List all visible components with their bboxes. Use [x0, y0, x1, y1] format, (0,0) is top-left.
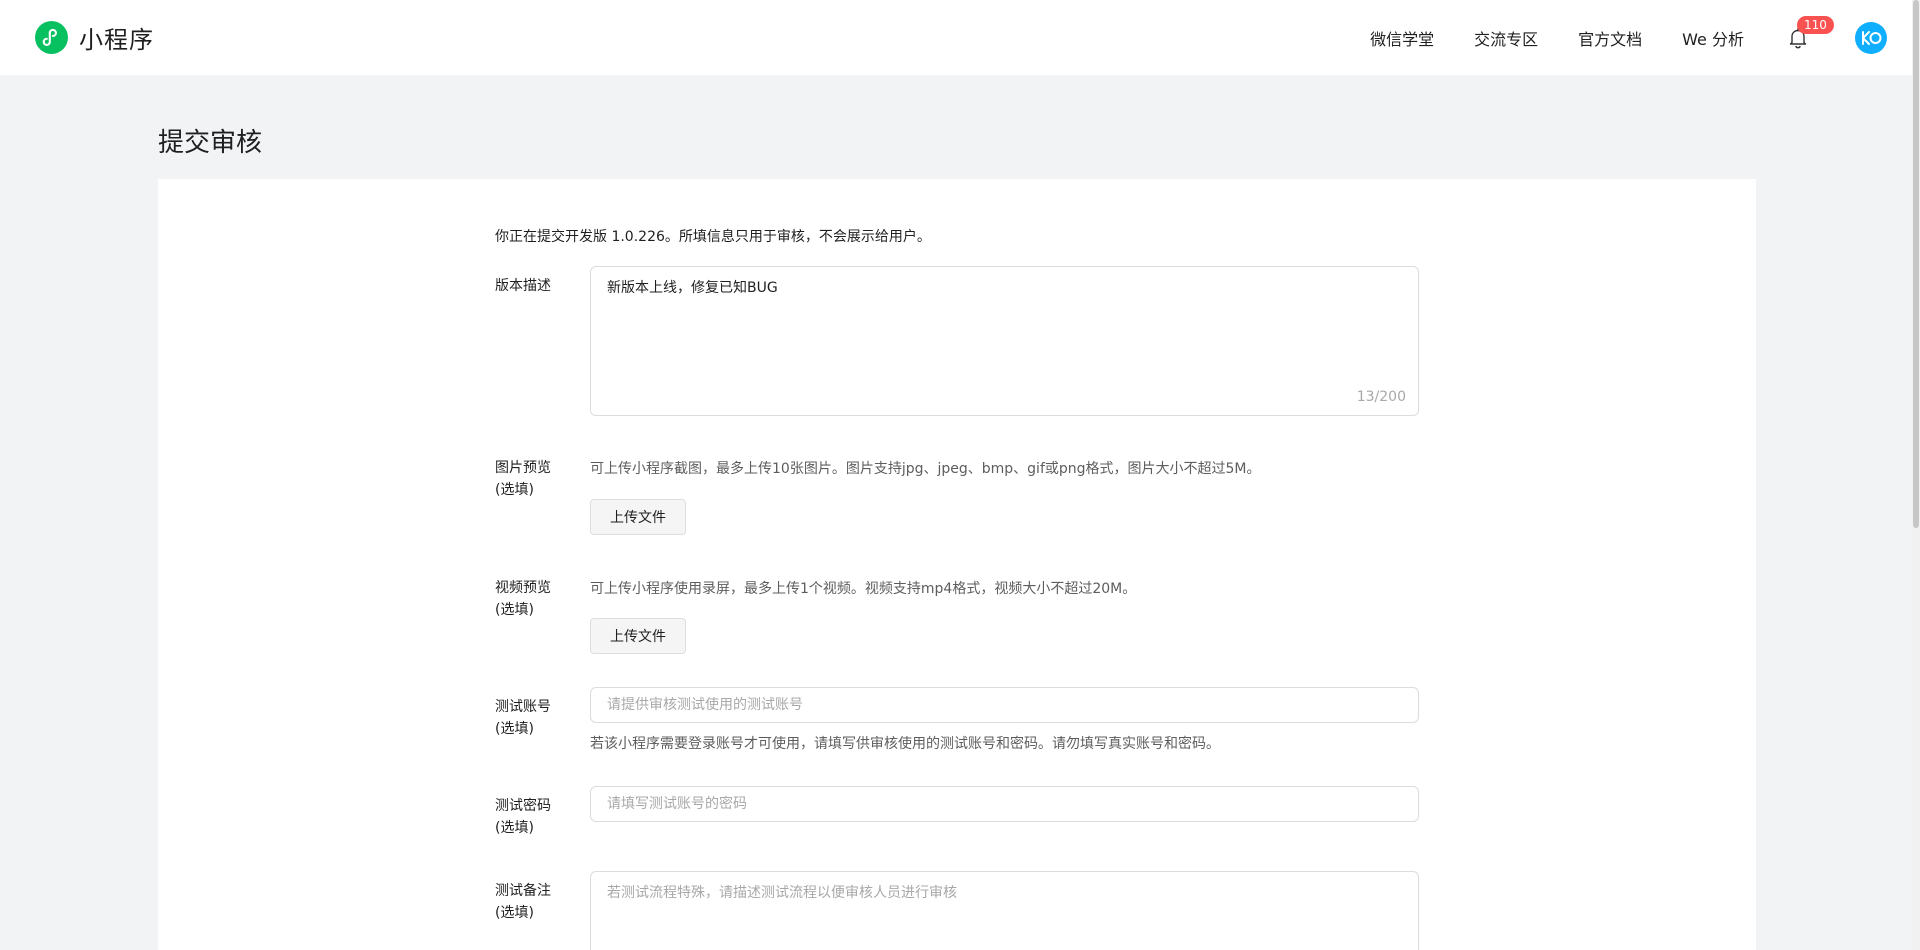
- version-desc-label-text: 版本描述: [495, 278, 551, 294]
- test-note-optional: (选填): [495, 905, 534, 921]
- video-preview-label-text: 视频预览: [495, 580, 551, 596]
- test-note-label: 测试备注 (选填): [495, 880, 551, 924]
- test-password-label: 测试密码 (选填): [495, 795, 551, 839]
- notification-badge: 110: [1797, 15, 1834, 34]
- logo-text: 小程序: [79, 26, 154, 54]
- logo[interactable]: 小程序: [35, 20, 154, 55]
- test-account-label-text: 测试账号: [495, 699, 551, 715]
- test-password-label-text: 测试密码: [495, 798, 551, 814]
- nav-item-wechat-academy[interactable]: 微信学堂: [1370, 26, 1434, 50]
- test-account-input[interactable]: [590, 687, 1419, 723]
- version-desc-textarea[interactable]: 新版本上线，修复已知BUG 13/200: [590, 266, 1419, 416]
- top-navigation-bar: 小程序 微信学堂 交流专区 官方文档 We 分析 110: [0, 0, 1920, 75]
- test-account-optional: (选填): [495, 721, 534, 737]
- video-preview-hint: 可上传小程序使用录屏，最多上传1个视频。视频支持mp4格式，视频大小不超过20M…: [590, 581, 1137, 597]
- test-account-label: 测试账号 (选填): [495, 696, 551, 740]
- version-desc-label: 版本描述: [495, 275, 551, 297]
- test-password-input[interactable]: [590, 786, 1419, 822]
- miniprogram-logo-icon: [35, 21, 68, 54]
- image-upload-button[interactable]: 上传文件: [590, 499, 686, 535]
- page-scrollbar-thumb[interactable]: [1913, 0, 1919, 528]
- test-note-textarea[interactable]: 若测试流程特殊，请描述测试流程以便审核人员进行审核: [590, 871, 1419, 950]
- top-nav: 微信学堂 交流专区 官方文档 We 分析 110: [1370, 0, 1920, 75]
- image-preview-optional: (选填): [495, 482, 534, 498]
- image-preview-label: 图片预览 (选填): [495, 457, 551, 501]
- page-scrollbar[interactable]: [1912, 0, 1920, 950]
- version-desc-counter: 13/200: [1356, 389, 1406, 405]
- test-account-hint: 若该小程序需要登录账号才可使用，请填写供审核使用的测试账号和密码。请勿填写真实账…: [590, 736, 1220, 752]
- test-note-placeholder: 若测试流程特殊，请描述测试流程以便审核人员进行审核: [607, 885, 957, 901]
- image-preview-hint: 可上传小程序截图，最多上传10张图片。图片支持jpg、jpeg、bmp、gif或…: [590, 461, 1261, 477]
- nav-item-community[interactable]: 交流专区: [1474, 26, 1538, 50]
- notification-button[interactable]: 110: [1786, 15, 1834, 50]
- video-preview-optional: (选填): [495, 602, 534, 618]
- page-title: 提交审核: [158, 128, 263, 158]
- form-intro-text: 你正在提交开发版 1.0.226。所填信息只用于审核，不会展示给用户。: [495, 229, 931, 245]
- version-desc-value: 新版本上线，修复已知BUG: [607, 280, 778, 296]
- test-password-optional: (选填): [495, 820, 534, 836]
- avatar[interactable]: [1855, 21, 1887, 54]
- nav-item-official-docs[interactable]: 官方文档: [1578, 26, 1642, 50]
- nav-item-we-analysis[interactable]: We 分析: [1682, 26, 1744, 50]
- video-upload-button[interactable]: 上传文件: [590, 618, 686, 654]
- video-preview-label: 视频预览 (选填): [495, 577, 551, 621]
- avatar-icon: [1862, 30, 1882, 45]
- test-note-label-text: 测试备注: [495, 883, 551, 899]
- image-preview-label-text: 图片预览: [495, 460, 551, 476]
